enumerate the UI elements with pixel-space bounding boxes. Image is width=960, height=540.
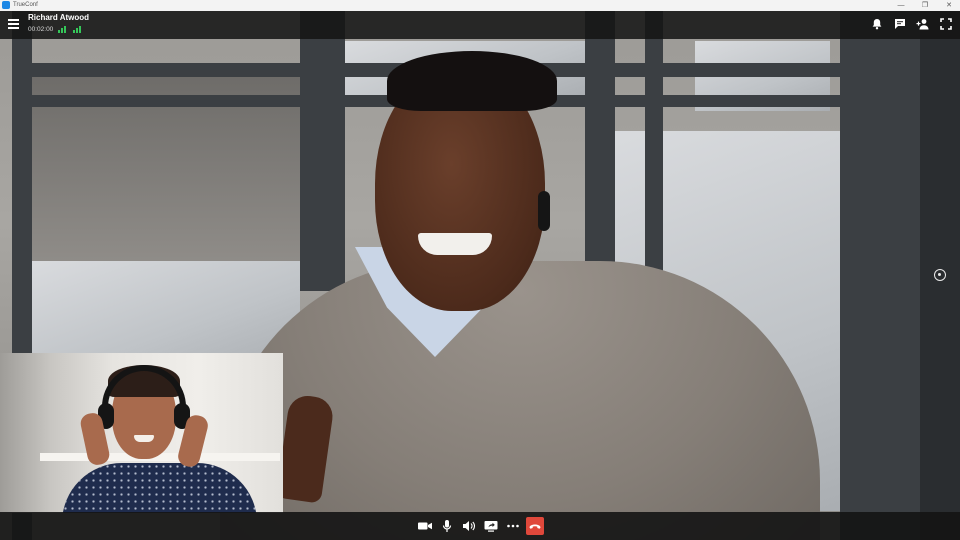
share-screen-icon[interactable] <box>483 519 499 533</box>
fullscreen-icon[interactable] <box>939 17 953 31</box>
app-logo-icon <box>2 1 10 9</box>
menu-icon[interactable] <box>8 19 19 29</box>
microphone-icon[interactable] <box>439 519 455 533</box>
window-titlebar: TrueConf — ❐ ✕ <box>0 0 960 11</box>
hang-up-button[interactable] <box>526 517 544 535</box>
self-view-smile <box>134 435 154 442</box>
hang-up-icon <box>529 524 541 529</box>
window-frame <box>300 11 345 291</box>
bell-icon[interactable] <box>870 17 884 31</box>
participant-smile <box>418 233 492 255</box>
participant-earpiece <box>538 191 550 231</box>
participant-name: Richard Atwood <box>28 13 90 22</box>
window-frame <box>585 11 615 291</box>
self-view-shirt-pattern <box>62 463 257 513</box>
close-button[interactable]: ✕ <box>938 0 960 11</box>
camera-icon[interactable] <box>417 519 433 533</box>
call-top-bar: Richard Atwood 00:02:00 <box>0 11 960 39</box>
more-icon[interactable] <box>505 519 521 533</box>
participant-hair <box>387 51 557 111</box>
minimize-button[interactable]: — <box>890 0 912 11</box>
chat-icon[interactable] <box>893 17 907 31</box>
signal-send-icon <box>58 26 67 33</box>
self-view-video[interactable] <box>0 353 283 513</box>
add-participant-icon[interactable] <box>916 17 930 31</box>
maximize-button[interactable]: ❐ <box>914 0 936 11</box>
call-duration: 00:02:00 <box>28 26 54 33</box>
window-frame <box>840 11 920 540</box>
call-controls-bar <box>0 512 960 540</box>
layout-toggle-icon[interactable] <box>934 269 946 281</box>
speaker-icon[interactable] <box>461 519 477 533</box>
app-title: TrueConf <box>13 2 38 8</box>
signal-receive-icon <box>73 26 82 33</box>
